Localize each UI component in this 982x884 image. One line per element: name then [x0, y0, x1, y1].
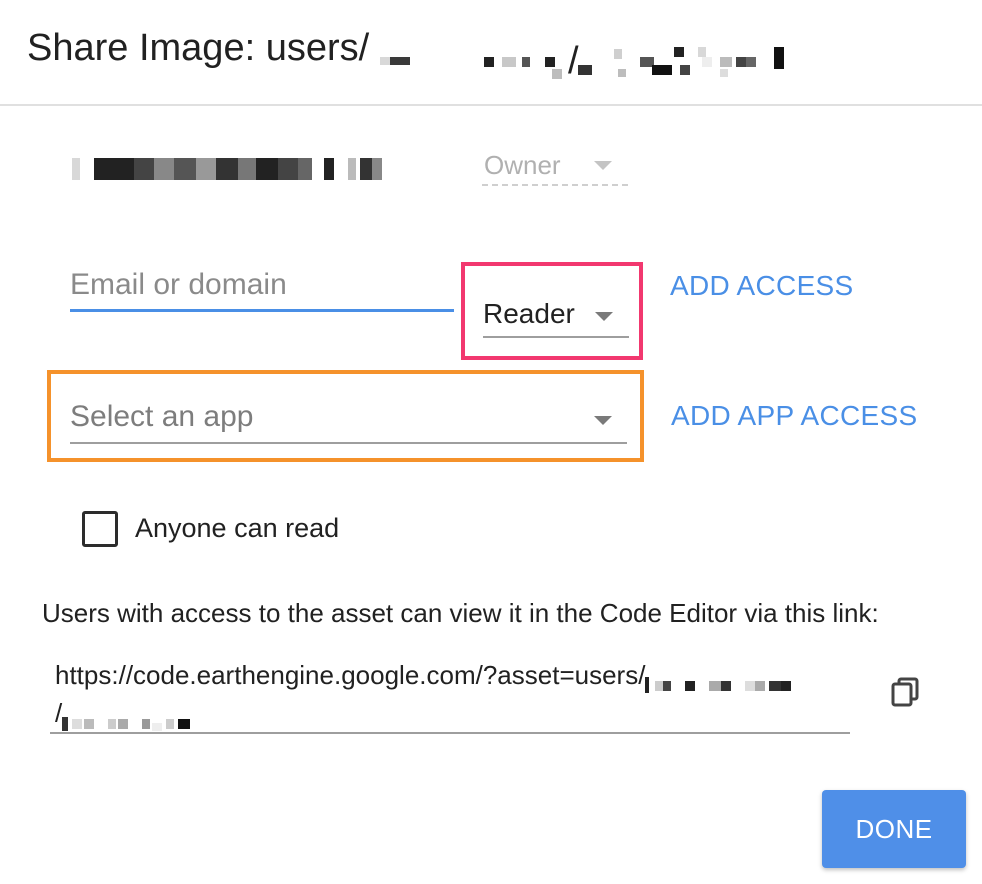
owner-dropdown-arrow-icon	[594, 161, 612, 170]
dialog-title-text: Share Image: users/	[27, 27, 370, 70]
asset-link-url: https://code.earthengine.google.com/?ass…	[55, 660, 646, 690]
role-select-value: Reader	[483, 298, 575, 329]
copy-icon[interactable]	[890, 676, 920, 708]
dialog-title: Share Image: users/ /	[27, 26, 800, 82]
share-dialog: Share Image: users/ / Owner Email or dom…	[0, 0, 982, 884]
owner-role-select: Owner	[482, 150, 628, 186]
app-dropdown-arrow-icon[interactable]	[594, 416, 612, 425]
email-or-domain-field[interactable]	[70, 262, 454, 312]
owner-row: Owner	[72, 150, 632, 190]
owner-email-redacted	[72, 154, 392, 182]
anyone-can-read-checkbox[interactable]	[82, 511, 118, 547]
title-redacted-path: /	[379, 39, 800, 82]
dialog-header: Share Image: users/ /	[0, 0, 982, 106]
done-button[interactable]: DONE	[822, 790, 966, 868]
add-app-access-button[interactable]: ADD APP ACCESS	[671, 400, 917, 432]
asset-link-line2-text: /	[55, 698, 63, 728]
asset-link-line1[interactable]: https://code.earthengine.google.com/?ass…	[55, 660, 805, 694]
asset-link-line2[interactable]: /	[55, 698, 202, 732]
role-dropdown-arrow-icon[interactable]	[595, 312, 613, 321]
email-or-domain-input[interactable]	[70, 262, 454, 308]
app-select-placeholder: Select an app	[70, 400, 254, 433]
asset-link-field[interactable]: https://code.earthengine.google.com/?ass…	[50, 650, 850, 734]
svg-text:/: /	[568, 40, 579, 82]
role-highlight-box: Reader	[461, 262, 643, 360]
asset-link-redacted-2	[62, 707, 202, 732]
app-select[interactable]: Select an app	[70, 394, 627, 444]
add-access-button[interactable]: ADD ACCESS	[670, 270, 854, 302]
asset-link-redacted-1	[645, 669, 805, 694]
anyone-can-read-row[interactable]: Anyone can read	[82, 509, 402, 549]
anyone-can-read-label[interactable]: Anyone can read	[135, 513, 339, 544]
role-select[interactable]: Reader	[483, 294, 629, 338]
link-info-text: Users with access to the asset can view …	[42, 598, 879, 628]
app-select-highlight-box: Select an app	[47, 370, 644, 462]
owner-role-label: Owner	[484, 150, 561, 180]
